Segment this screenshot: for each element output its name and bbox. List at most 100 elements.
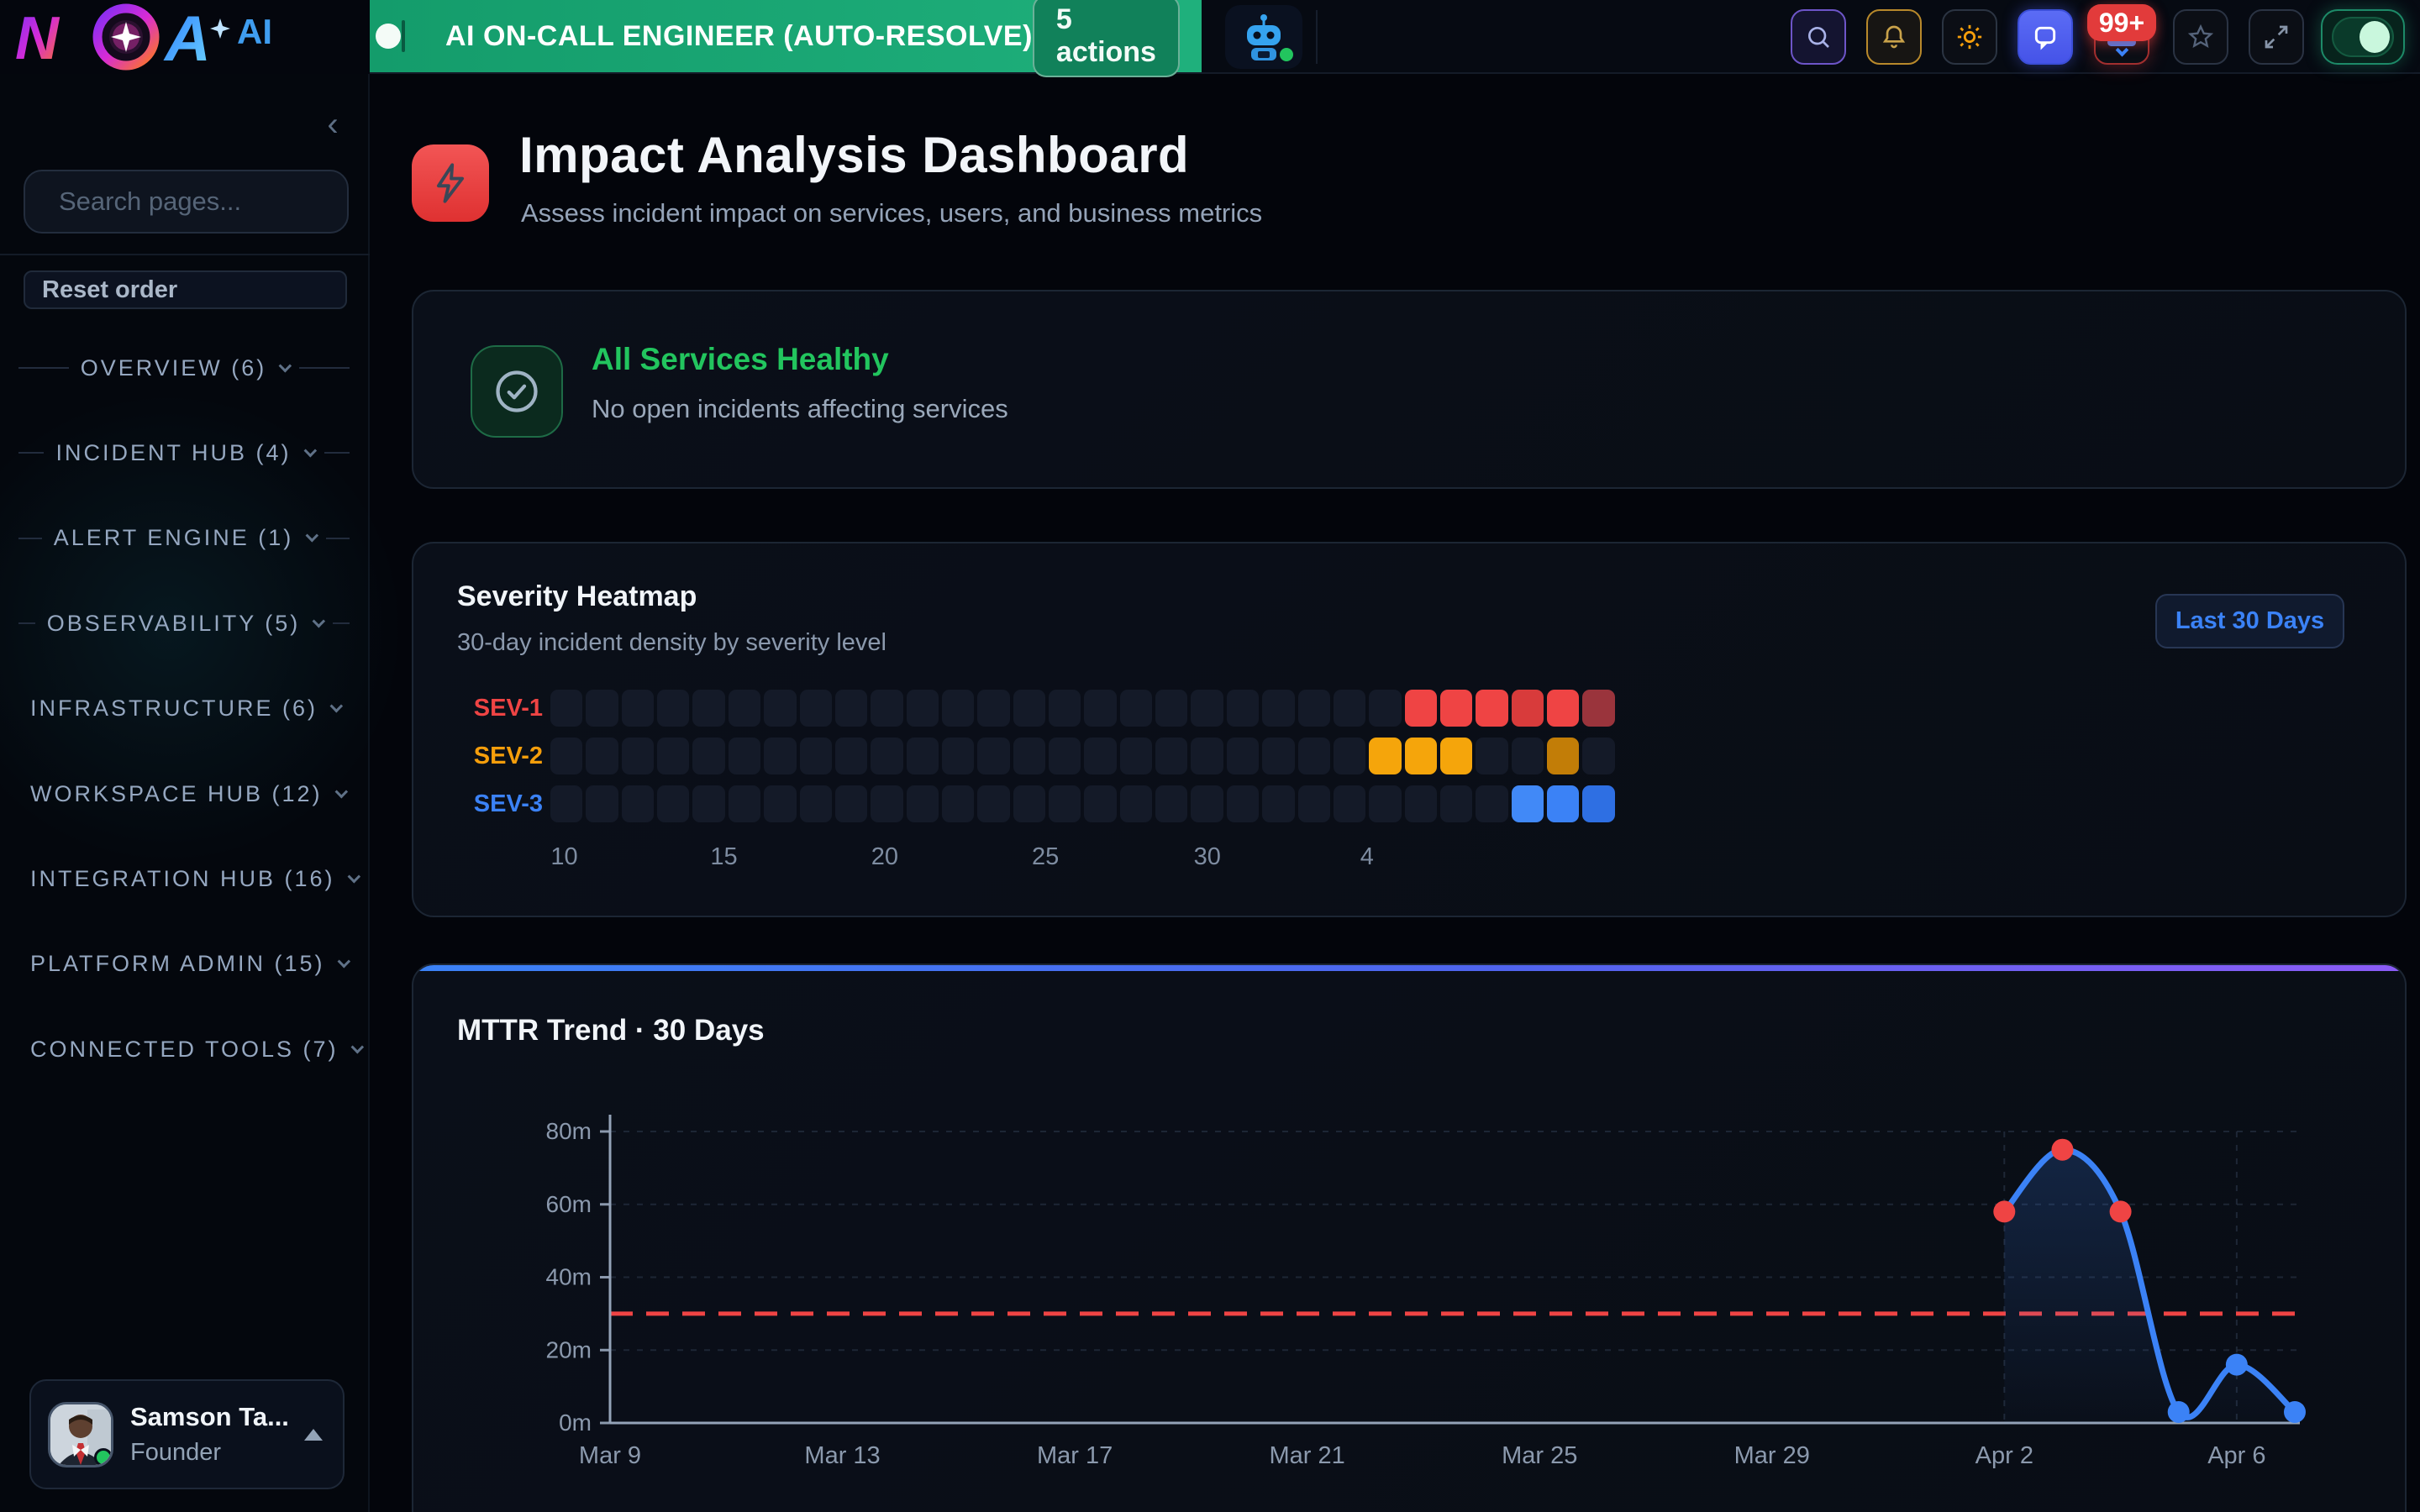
divider-dash (18, 622, 35, 624)
reset-order-button[interactable]: Reset order (24, 270, 347, 309)
sidebar-item-platform-admin-15[interactable]: PLATFORM ADMIN (15) (18, 946, 350, 983)
heatmap-cell (729, 738, 760, 774)
heatmap-axis-tick: 30 (1194, 843, 1221, 871)
heatmap-cell (1084, 690, 1116, 727)
sidebar-collapse-button[interactable]: ‹ (316, 109, 350, 143)
x-axis-label: Mar 9 (579, 1442, 641, 1469)
actions-count-badge[interactable]: 5 actions (1033, 0, 1180, 77)
heatmap-cell (550, 738, 582, 774)
profile-text: Samson Ta... Founder (130, 1402, 289, 1467)
profile-expand-caret[interactable] (304, 1429, 323, 1441)
heatmap-cell (1120, 738, 1152, 774)
toggle-knob (376, 24, 401, 49)
inbox-button[interactable]: 99+ (2094, 9, 2149, 65)
avatar (48, 1402, 113, 1467)
search-icon (1805, 24, 1832, 50)
svg-text:N: N (15, 5, 60, 72)
heatmap-cell (1298, 690, 1330, 727)
heatmap-cell (1191, 738, 1223, 774)
heatmap-cell (1298, 738, 1330, 774)
heatmap-axis-tick: 4 (1360, 843, 1374, 871)
card-accent-bar (413, 965, 2405, 971)
heatmap-cell (657, 738, 689, 774)
heatmap-cell (942, 690, 974, 727)
check-circle-icon (492, 366, 542, 417)
heatmap-cell (692, 738, 724, 774)
sidebar-item-incident-hub-4[interactable]: INCIDENT HUB (4) (18, 434, 350, 471)
chevron-down-icon (347, 870, 360, 884)
heatmap-cell (729, 785, 760, 822)
sidebar-item-label: OBSERVABILITY (5) (47, 611, 301, 637)
profile-name: Samson Ta... (130, 1402, 289, 1432)
heatmap-cell (1547, 690, 1579, 727)
heatmap-row-label: SEV-1 (469, 695, 543, 722)
heatmap-cell (1049, 690, 1081, 727)
data-point-apr-5 (2168, 1401, 2190, 1423)
divider-dash (18, 367, 69, 369)
heatmap-cell (942, 738, 974, 774)
heatmap-cell (1512, 738, 1544, 774)
sidebar-item-connected-tools-7[interactable]: CONNECTED TOOLS (7) (18, 1031, 350, 1068)
theme-toggle-button[interactable] (1942, 9, 1997, 65)
heatmap-axis-tick: 25 (1032, 843, 1059, 871)
oncall-toggle[interactable] (402, 20, 405, 52)
sidebar: ‹ Reset order OVERVIEW (6) INCIDENT HUB (… (0, 74, 370, 1512)
notification-count-badge: 99+ (2087, 4, 2156, 41)
heatmap-cell (907, 690, 939, 727)
user-profile-card[interactable]: Samson Ta... Founder (29, 1379, 345, 1489)
heatmap-cell (1512, 785, 1544, 822)
sidebar-item-integration-hub-16[interactable]: INTEGRATION HUB (16) (18, 860, 350, 897)
heatmap-cell (764, 738, 796, 774)
sidebar-item-alert-engine-1[interactable]: ALERT ENGINE (1) (18, 520, 350, 557)
heatmap-cell (871, 738, 902, 774)
divider-dash (299, 367, 350, 369)
page-icon (412, 144, 489, 222)
inbox-tray-icon (2107, 39, 2136, 57)
y-axis-label: 80m (546, 1118, 592, 1144)
heatmap-cell (1405, 690, 1437, 727)
health-icon-tile (471, 345, 563, 438)
data-point-apr-7 (2284, 1401, 2306, 1423)
sidebar-item-label: INFRASTRUCTURE (6) (30, 696, 318, 722)
heatmap-cell (835, 738, 867, 774)
sidebar-item-label: INCIDENT HUB (4) (55, 440, 291, 466)
sidebar-item-workspace-hub-12[interactable]: WORKSPACE HUB (12) (18, 775, 350, 812)
heatmap-cell (1013, 738, 1045, 774)
favorites-button[interactable] (2173, 9, 2228, 65)
heatmap-cell (1547, 785, 1579, 822)
bell-icon (1881, 24, 1907, 50)
chat-button[interactable] (2018, 9, 2073, 65)
mttr-trend-card: MTTR Trend · 30 Days 0m20m40m60m80mMar 9… (412, 963, 2407, 1512)
sidebar-divider (0, 254, 370, 255)
search-input[interactable] (59, 186, 394, 217)
chevron-down-icon (279, 359, 292, 372)
heatmap-cell (729, 690, 760, 727)
sidebar-item-overview-6[interactable]: OVERVIEW (6) (18, 349, 350, 386)
sidebar-item-observability-5[interactable]: OBSERVABILITY (5) (18, 605, 350, 642)
heatmap-axis-tick: 20 (871, 843, 898, 871)
data-point-apr-4 (2110, 1200, 2132, 1222)
chevron-down-icon (337, 955, 350, 969)
heatmap-cell (977, 690, 1009, 727)
top-bar: N A AI AI ON-CALL ENGINEER (AUTO-RESOLVE… (0, 0, 2420, 74)
ai-assistant-button[interactable] (1225, 5, 1302, 69)
app-window: N A AI AI ON-CALL ENGINEER (AUTO-RESOLVE… (0, 0, 2420, 1512)
sidebar-search[interactable] (24, 170, 349, 234)
heatmap-cell (1334, 690, 1365, 727)
sidebar-item-infrastructure-6[interactable]: INFRASTRUCTURE (6) (18, 690, 350, 727)
fullscreen-button[interactable] (2249, 9, 2304, 65)
heatmap-cell (1547, 738, 1579, 774)
x-axis-label: Mar 21 (1270, 1442, 1345, 1469)
heatmap-cell (586, 738, 618, 774)
range-selector-button[interactable]: Last 30 Days (2155, 594, 2344, 648)
divider-dash (324, 452, 350, 454)
master-toggle[interactable] (2321, 9, 2405, 65)
heatmap-cell (764, 785, 796, 822)
heatmap-cell (1120, 785, 1152, 822)
notifications-button[interactable] (1866, 9, 1922, 65)
heatmap-cell (800, 738, 832, 774)
heatmap-cell (1476, 785, 1507, 822)
global-search-button[interactable] (1791, 9, 1846, 65)
y-axis-label: 20m (546, 1336, 592, 1362)
brand-logo[interactable]: N A AI (0, 0, 370, 74)
